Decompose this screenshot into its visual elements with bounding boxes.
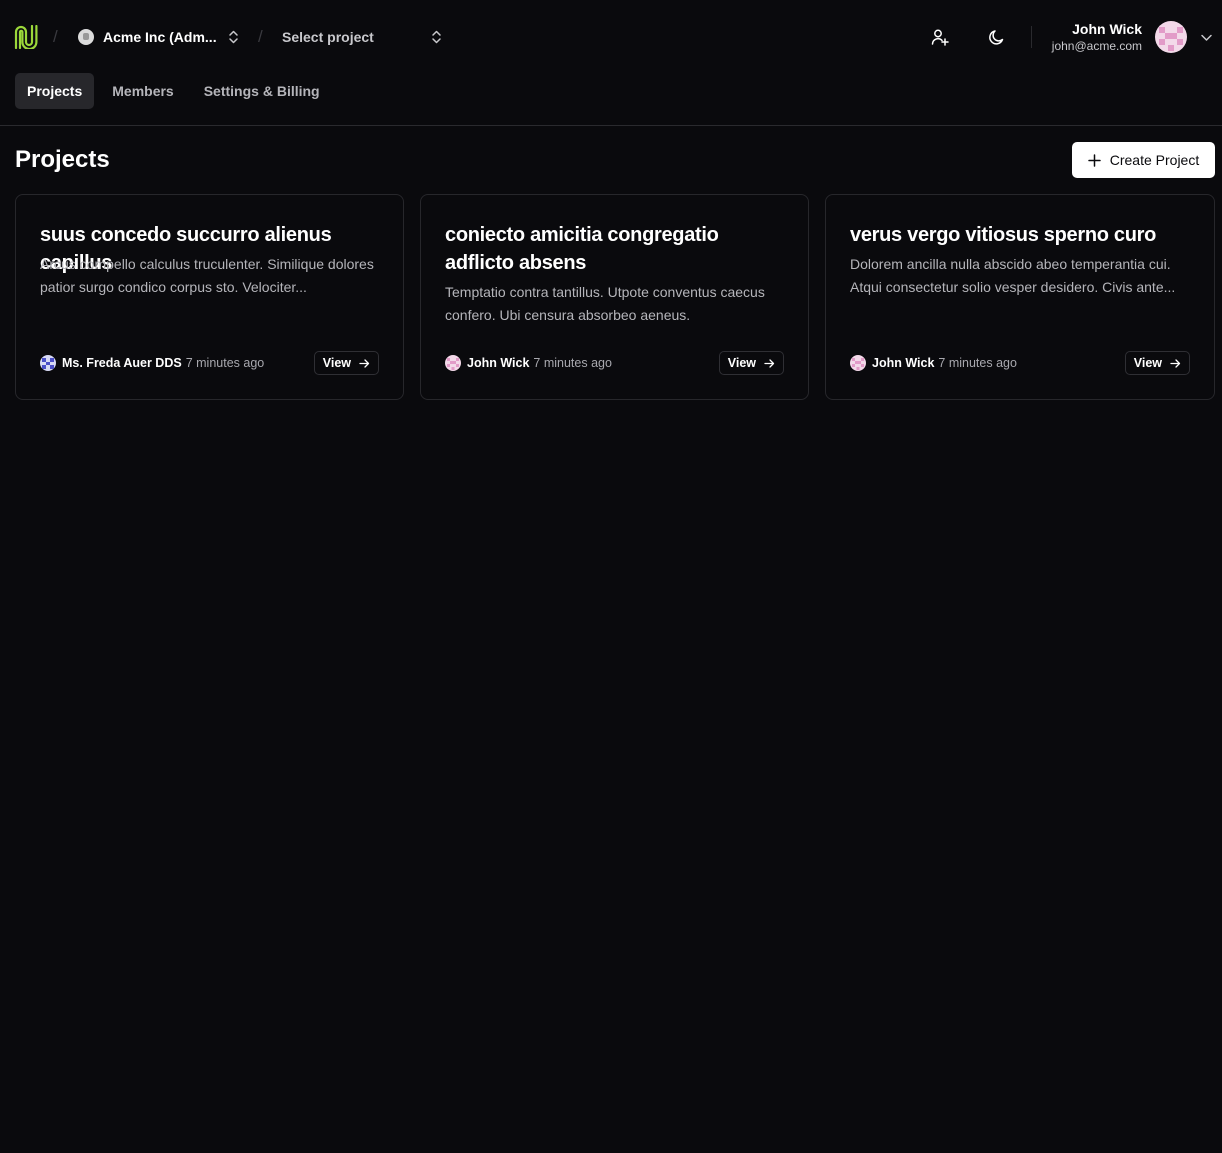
project-meta: John Wick 7 minutes ago View bbox=[445, 351, 784, 375]
project-time: 7 minutes ago bbox=[938, 356, 1017, 370]
user-avatar-image bbox=[1155, 21, 1187, 53]
page-title: Projects bbox=[15, 146, 110, 173]
user-plus-icon bbox=[931, 29, 949, 46]
project-title: coniecto amicitia congregatio adflicto a… bbox=[445, 224, 719, 274]
arrow-right-icon bbox=[764, 358, 775, 368]
project-card[interactable]: coniecto amicitia congregatio adflicto a… bbox=[420, 194, 809, 400]
project-switcher[interactable]: Select project bbox=[282, 26, 442, 48]
project-time: 7 minutes ago bbox=[533, 356, 612, 370]
project-description: Dolorem ancilla nulla abscido abeo tempe… bbox=[850, 256, 1176, 295]
create-project-button[interactable]: Create Project bbox=[1072, 142, 1215, 178]
author-avatar bbox=[445, 355, 461, 371]
chevrons-up-down-icon bbox=[432, 30, 441, 44]
invite-member-button[interactable] bbox=[927, 24, 953, 50]
user-avatar[interactable] bbox=[1155, 21, 1187, 53]
view-label: View bbox=[322, 356, 351, 370]
user-email: john@acme.com bbox=[1051, 39, 1142, 53]
project-title: verus vergo vitiosus sperno curo bbox=[850, 224, 1157, 246]
chevrons-up-down-icon bbox=[228, 30, 238, 44]
org-switcher[interactable]: Acme Inc (Adm... bbox=[78, 26, 239, 48]
view-project-button[interactable]: View bbox=[313, 351, 379, 375]
user-name: John Wick bbox=[1072, 21, 1142, 37]
author-avatar bbox=[40, 355, 56, 371]
header-divider-line bbox=[0, 125, 1222, 126]
tab-members[interactable]: Members bbox=[100, 73, 185, 109]
moon-icon bbox=[988, 29, 1003, 45]
arrow-right-icon bbox=[359, 358, 370, 368]
project-card[interactable]: verus vergo vitiosus sperno curo Dolorem… bbox=[825, 194, 1215, 400]
project-author: John Wick bbox=[467, 356, 530, 370]
project-meta: John Wick 7 minutes ago View bbox=[850, 351, 1190, 375]
view-project-button[interactable]: View bbox=[1124, 351, 1190, 375]
view-label: View bbox=[727, 356, 756, 370]
tab-settings-billing[interactable]: Settings & Billing bbox=[192, 73, 332, 109]
view-project-button[interactable]: View bbox=[718, 351, 784, 375]
app-logo-icon[interactable] bbox=[14, 25, 39, 49]
tab-projects[interactable]: Projects bbox=[15, 73, 95, 109]
project-author: John Wick bbox=[872, 356, 935, 370]
user-info[interactable]: John Wick john@acme.com bbox=[1052, 20, 1142, 54]
view-label: View bbox=[1133, 356, 1162, 370]
header-divider bbox=[1031, 26, 1032, 48]
project-author: Ms. Freda Auer DDS bbox=[62, 356, 182, 370]
author-avatar bbox=[850, 355, 866, 371]
project-meta: Ms. Freda Auer DDS 7 minutes ago View bbox=[40, 351, 379, 375]
top-bar: / Acme Inc (Adm... / Select project John… bbox=[0, 0, 1222, 74]
project-description: Temptatio contra tantillus. Utpote conve… bbox=[445, 284, 765, 323]
org-name: Acme Inc (Adm... bbox=[103, 29, 217, 45]
chevron-down-icon[interactable] bbox=[1200, 31, 1213, 44]
arrow-right-icon bbox=[1170, 358, 1181, 368]
project-time: 7 minutes ago bbox=[185, 356, 265, 370]
project-card[interactable]: suus concedo succurro alienus capillus A… bbox=[15, 194, 404, 400]
theme-toggle-button[interactable] bbox=[983, 24, 1009, 50]
project-description: Arcus compello calculus truculenter. Sim… bbox=[40, 256, 374, 295]
project-switcher-label: Select project bbox=[282, 29, 374, 45]
plus-icon bbox=[1088, 153, 1101, 167]
breadcrumb-separator: / bbox=[258, 27, 263, 46]
org-avatar bbox=[78, 29, 94, 45]
nav-tabs: Projects Members Settings & Billing bbox=[15, 73, 332, 109]
create-project-label: Create Project bbox=[1109, 152, 1200, 168]
breadcrumb-separator: / bbox=[53, 27, 58, 46]
